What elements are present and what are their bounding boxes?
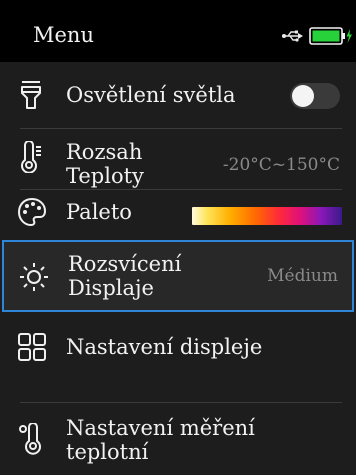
- flashlight-icon: [21, 81, 41, 109]
- menu-item-display-settings[interactable]: Nastavení displeje: [0, 314, 356, 380]
- menu-item-measurement-settings[interactable]: Nastavení měření teplotní: [0, 403, 356, 475]
- brightness-value: Médium: [267, 266, 338, 286]
- usb-icon: [282, 30, 303, 42]
- thermometer-icon: [21, 141, 41, 173]
- palette-label: Paleto: [66, 200, 132, 224]
- menu-item-brightness[interactable]: Rozsvícení Displaje Médium: [2, 240, 354, 312]
- toggle-knob: [292, 85, 314, 107]
- palette-icon: [18, 198, 46, 226]
- palette-gradient-bar: [192, 207, 342, 225]
- temperature-icon: [19, 423, 41, 455]
- measurement-settings-label-line2: teplotní: [66, 440, 149, 464]
- temperature-range-label-line1: Rozsah: [66, 140, 143, 164]
- brightness-label-line2: Displaje: [68, 276, 154, 300]
- brightness-icon: [20, 263, 48, 291]
- measurement-settings-label-line1: Nastavení měření: [66, 416, 255, 440]
- lighting-label: Osvětlení světla: [66, 83, 236, 107]
- brightness-label-line1: Rozsvícení: [68, 252, 182, 276]
- temperature-range-label-line2: Teploty: [66, 164, 144, 188]
- grid-icon: [18, 333, 46, 361]
- header-bar: Menu: [0, 0, 356, 62]
- display-settings-label: Nastavení displeje: [66, 335, 263, 359]
- temperature-range-value: -20°C~150°C: [222, 155, 340, 175]
- menu-item-lighting[interactable]: Osvětlení světla: [0, 62, 356, 128]
- menu-screen: Menu Osvětlení světla Rozsah Teploty -20…: [0, 0, 356, 475]
- lighting-toggle[interactable]: [290, 83, 340, 109]
- battery-charging-icon: [309, 27, 352, 45]
- menu-item-temperature-range[interactable]: Rozsah Teploty -20°C~150°C: [0, 129, 356, 189]
- page-title: Menu: [33, 23, 94, 47]
- menu-item-palette[interactable]: Paleto: [0, 190, 356, 240]
